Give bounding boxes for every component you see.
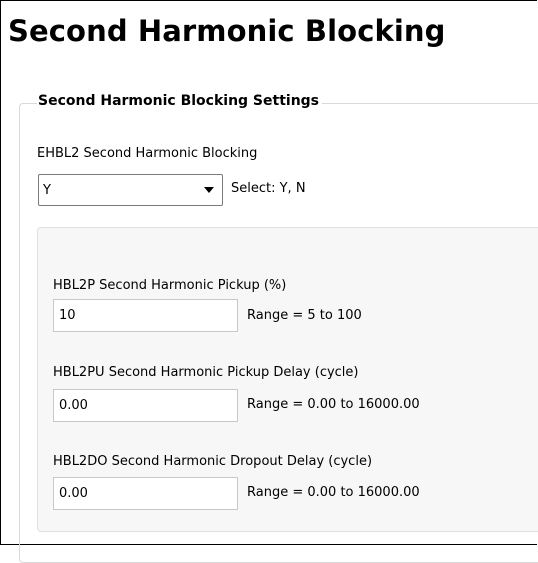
ehbl2-selected-value: Y [43,183,51,198]
ehbl2-select[interactable]: Y [38,174,223,206]
hbl2do-range: Range = 0.00 to 16000.00 [247,485,420,500]
hbl2pu-range: Range = 0.00 to 16000.00 [247,397,420,412]
ehbl2-hint: Select: Y, N [231,181,306,196]
hbl2p-label: HBL2P Second Harmonic Pickup (%) [53,278,287,293]
hbl2do-input[interactable] [53,477,238,510]
hbl2pu-label: HBL2PU Second Harmonic Pickup Delay (cyc… [53,365,359,380]
hbl2pu-input[interactable] [53,389,238,422]
page-title: Second Harmonic Blocking [8,14,446,48]
ehbl2-label: EHBL2 Second Harmonic Blocking [37,146,258,161]
group-legend: Second Harmonic Blocking Settings [37,93,323,109]
chevron-down-icon[interactable] [204,187,214,193]
hbl2p-input[interactable] [53,299,238,332]
hbl2p-range: Range = 5 to 100 [247,308,362,323]
hbl2do-label: HBL2DO Second Harmonic Dropout Delay (cy… [53,454,373,469]
settings-window: Second Harmonic Blocking Second Harmonic… [0,0,538,563]
